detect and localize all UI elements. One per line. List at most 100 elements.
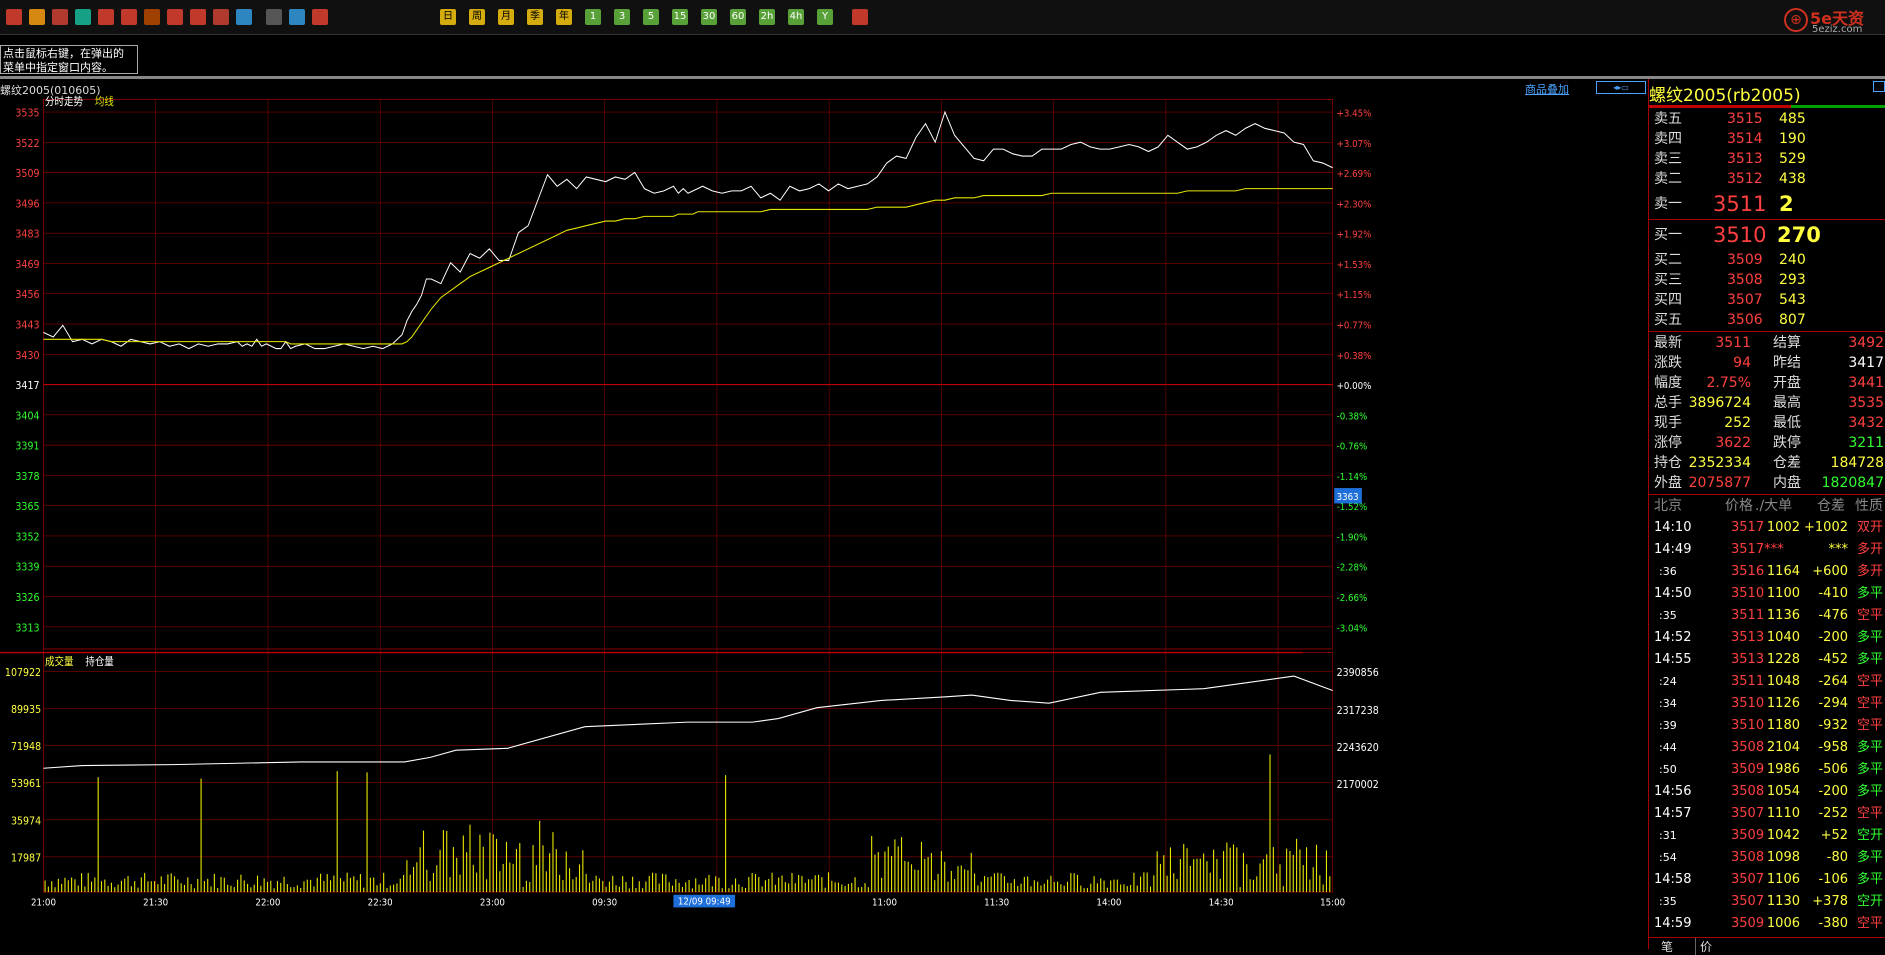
stat-label: 结算 xyxy=(1773,335,1801,351)
sep xyxy=(1649,219,1885,220)
volume-tick-label: 35974 xyxy=(11,816,41,828)
window-restore-icon[interactable] xyxy=(1873,81,1885,92)
time-tick-label: 22:00 xyxy=(255,897,280,909)
stat-row: 现手 252 最低 3432 xyxy=(1649,413,1885,433)
time-tick-label: 22:30 xyxy=(368,897,393,909)
tick-row: :35 3507 1130 +378 空开 xyxy=(1649,891,1885,913)
bid1-volume: 270 xyxy=(1777,223,1821,247)
tick-row: :50 3509 1986 -506 多平 xyxy=(1649,759,1885,781)
ask-row: 卖四 3514 190 xyxy=(1649,129,1885,149)
tick-time: :24 xyxy=(1659,675,1677,688)
tick-oi-change: -294 xyxy=(1818,696,1848,711)
tick-oi-change: +1002 xyxy=(1804,520,1848,535)
percent-tick-label: -1.90% xyxy=(1337,532,1368,544)
quote-header: 螺纹2005(rb2005) xyxy=(1649,81,1885,106)
tick-price: 3508 xyxy=(1731,850,1765,865)
time-tick-label: 14:30 xyxy=(1209,897,1234,909)
tick-row: 14:55 3513 1228 -452 多平 xyxy=(1649,649,1885,671)
tick-oi-change: +52 xyxy=(1820,828,1848,843)
ticks-header: 北京 价格 ./大单 仓差 性质 xyxy=(1649,496,1885,516)
tick-nature: 空开 xyxy=(1857,894,1884,909)
tick-time: 14:10 xyxy=(1654,520,1692,535)
tick-price: 3511 xyxy=(1731,608,1765,623)
stat-value: 3896724 xyxy=(1688,395,1751,411)
oi-tick-label: 2170002 xyxy=(1337,780,1379,792)
ticks-header-nature: 性质 xyxy=(1855,498,1883,514)
bid-price: 3506 xyxy=(1727,312,1763,328)
tick-volume: 1136 xyxy=(1766,608,1800,623)
tick-oi-change: -264 xyxy=(1818,674,1848,689)
bid-label: 买一 xyxy=(1654,227,1682,243)
bid-label: 买二 xyxy=(1654,252,1682,268)
tab-1[interactable]: 价 xyxy=(1695,938,1712,955)
percent-tick-label: +0.00% xyxy=(1337,381,1372,393)
oi-tick-label: 2317238 xyxy=(1337,705,1379,717)
bid-row: 买二 3509 240 xyxy=(1649,250,1885,270)
tick-price: 3508 xyxy=(1731,740,1765,755)
tick-oi-change: -80 xyxy=(1826,850,1848,865)
tick-row: 14:59 3509 1006 -380 空平 xyxy=(1649,913,1885,935)
tick-nature: 多开 xyxy=(1857,542,1884,557)
bid-row-1: 买一 3510 270 xyxy=(1649,222,1885,248)
ask-row: 卖三 3513 529 xyxy=(1649,149,1885,169)
price-tick-label: 3352 xyxy=(15,532,39,544)
cursor-value: 3363 xyxy=(1337,491,1359,503)
ticks-header-price: 价格 xyxy=(1725,498,1753,514)
ask1-volume: 2 xyxy=(1779,192,1794,216)
legend-volume: 成交量 xyxy=(45,655,73,669)
time-tick-label: 21:30 xyxy=(143,897,168,909)
tick-volume: 1164 xyxy=(1766,564,1800,579)
tick-row: 14:50 3510 1100 -410 多平 xyxy=(1649,583,1885,605)
tick-time: 14:59 xyxy=(1654,916,1692,931)
stat-label: 昨结 xyxy=(1773,355,1801,371)
quote-header-bar xyxy=(1649,105,1885,108)
price-tick-label: 3483 xyxy=(15,229,39,241)
stat-value: 3511 xyxy=(1715,335,1751,351)
tick-row: 14:10 3517 1002 +1002 双开 xyxy=(1649,517,1885,539)
ask-label: 卖五 xyxy=(1654,111,1682,127)
tick-oi-change: -506 xyxy=(1818,762,1848,777)
bid-label: 买五 xyxy=(1654,312,1682,328)
percent-tick-label: -0.38% xyxy=(1337,411,1368,423)
tick-price: 3513 xyxy=(1731,652,1765,667)
tick-volume: 1040 xyxy=(1766,630,1800,645)
percent-tick-label: +1.15% xyxy=(1337,290,1372,302)
tick-price: 3508 xyxy=(1731,784,1765,799)
price-tick-label: 3430 xyxy=(15,350,39,362)
tick-row: :36 3516 1164 +600 多开 xyxy=(1649,561,1885,583)
volume-tick-label: 89935 xyxy=(11,705,41,717)
tick-volume: 1100 xyxy=(1766,586,1800,601)
ask-price: 3515 xyxy=(1727,111,1763,127)
chart-area[interactable]: 3535 +3.45% 3522 +3.07% 3509 +2.69% 3496 +2.30%… xyxy=(0,0,1648,949)
ticks-header-time: 北京 xyxy=(1654,498,1682,514)
tick-price: 3507 xyxy=(1731,872,1765,887)
tab-0[interactable]: 笔 xyxy=(1657,938,1673,955)
oi-line xyxy=(43,675,1333,769)
tick-oi-change: -200 xyxy=(1818,784,1848,799)
stat-label: 现手 xyxy=(1654,415,1682,431)
stat-value: 3492 xyxy=(1848,335,1884,351)
volume-tick-label: 107922 xyxy=(5,668,41,680)
tick-volume: 1098 xyxy=(1766,850,1800,865)
stat-value: 2352334 xyxy=(1688,455,1751,471)
tick-price: 3517 xyxy=(1731,520,1765,535)
time-tick-label: 09:30 xyxy=(592,897,617,909)
tick-time: 14:58 xyxy=(1654,872,1692,887)
tick-time: :35 xyxy=(1659,895,1677,908)
price-line xyxy=(43,110,1333,350)
percent-tick-label: -0.76% xyxy=(1337,441,1368,453)
legend-avg: 均线 xyxy=(95,94,114,108)
tick-volume: 1130 xyxy=(1766,894,1800,909)
ask-volume: 529 xyxy=(1779,151,1806,167)
stat-label: 最低 xyxy=(1773,415,1801,431)
time-tick-label: 11:00 xyxy=(872,897,897,909)
bid-label: 买三 xyxy=(1654,272,1682,288)
quote-title: 螺纹2005(rb2005) xyxy=(1649,86,1801,106)
stat-value: 1820847 xyxy=(1821,475,1884,491)
volume-tick-label: 53961 xyxy=(11,779,41,791)
percent-tick-label: -1.14% xyxy=(1337,471,1368,483)
ticks-header-oi: 仓差 xyxy=(1817,498,1845,514)
tick-row: 14:56 3508 1054 -200 多平 xyxy=(1649,781,1885,803)
percent-tick-label: -1.52% xyxy=(1337,502,1368,514)
stat-value: 3417 xyxy=(1848,355,1884,371)
